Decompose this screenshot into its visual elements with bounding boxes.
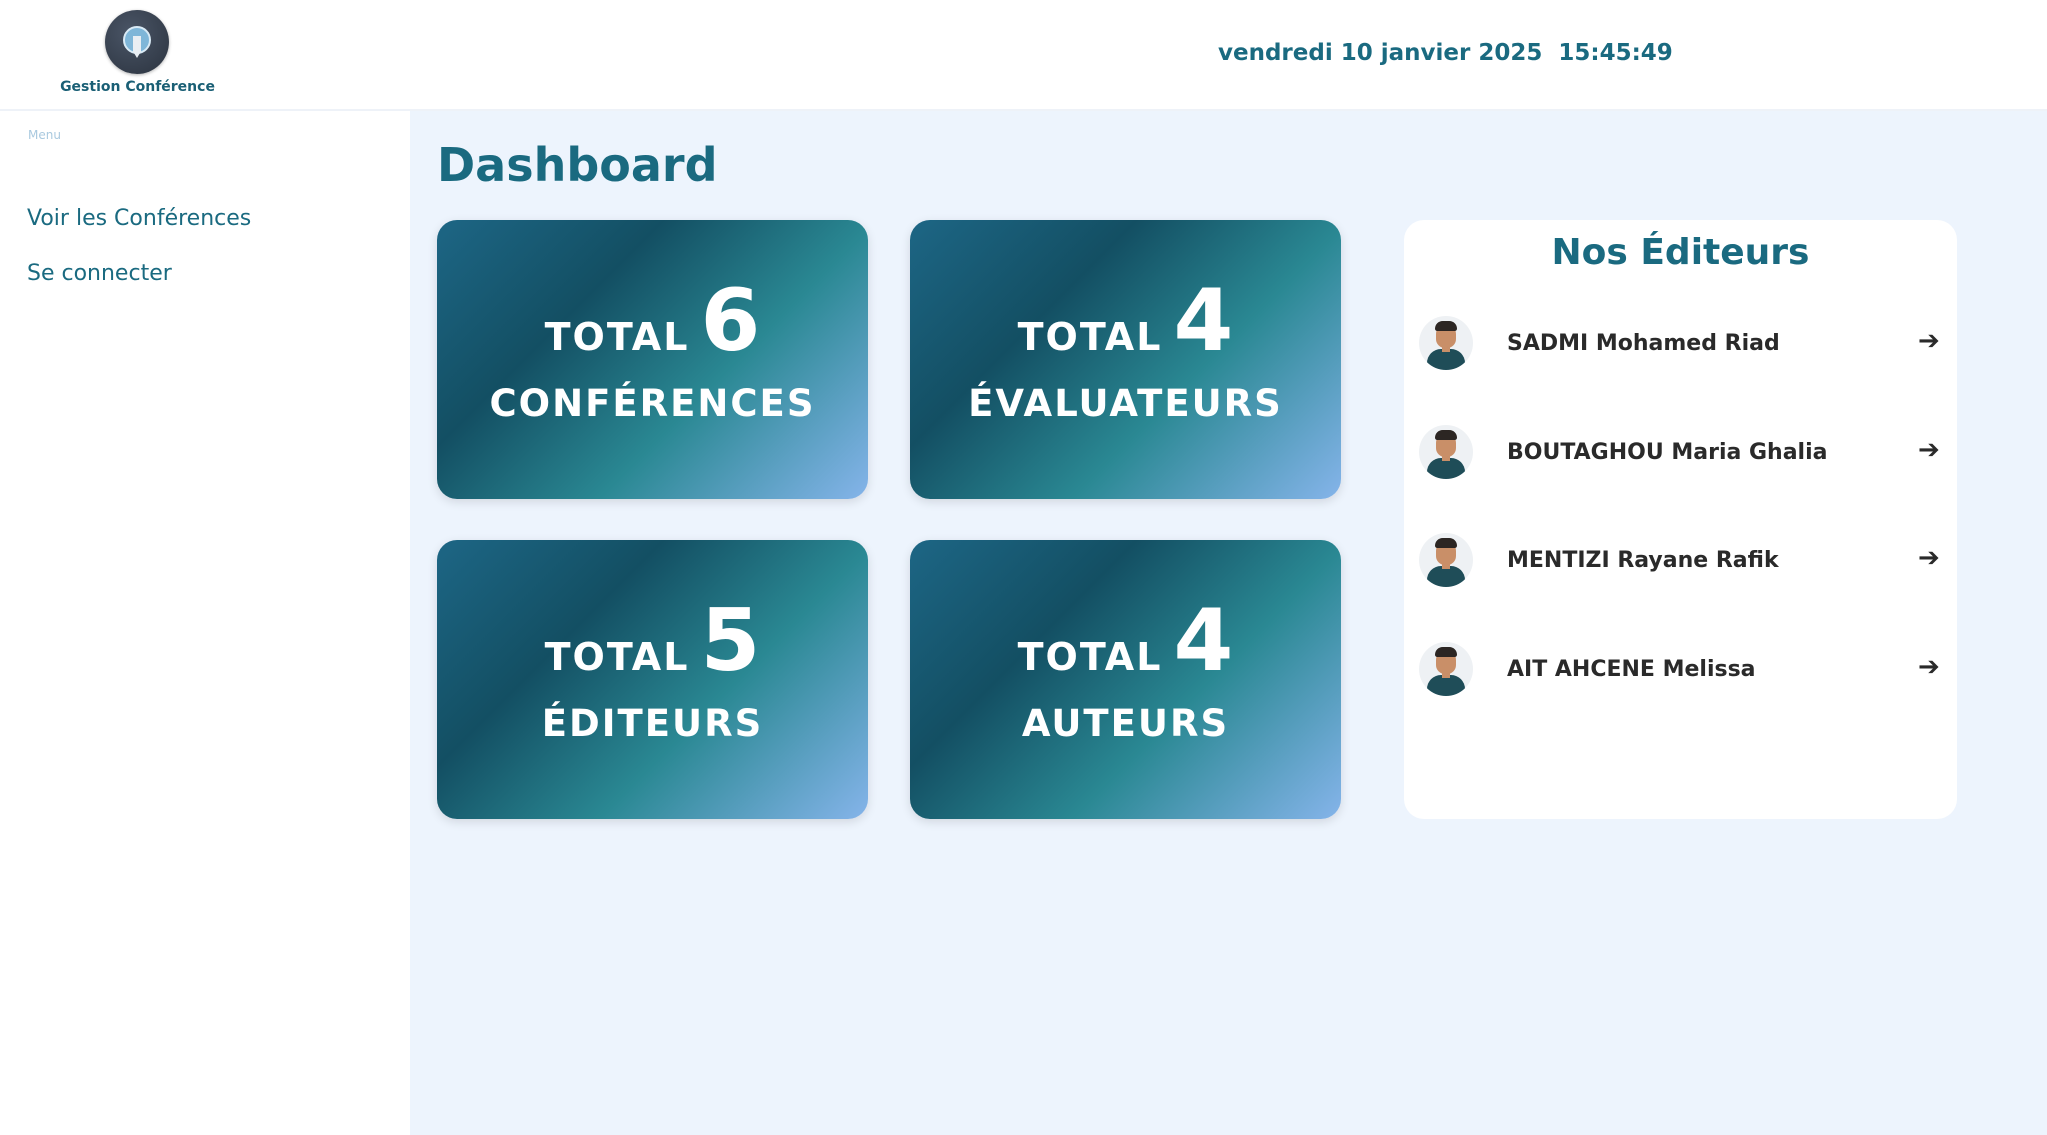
conference-logo-icon[interactable] xyxy=(105,10,169,74)
editors-panel xyxy=(1404,220,1957,819)
stat-subject: ÉDITEURS xyxy=(541,702,764,745)
editors-panel-title: Nos Éditeurs xyxy=(1551,232,1810,273)
arrow-right-icon[interactable]: ➔ xyxy=(1918,435,1940,465)
stat-value: 4 xyxy=(1173,271,1234,371)
editor-list-item[interactable]: AIT AHCENE Melissa ➔ xyxy=(1404,642,1957,702)
stat-total-label: TOTAL xyxy=(1017,315,1163,359)
arrow-right-icon[interactable]: ➔ xyxy=(1918,652,1940,682)
avatar xyxy=(1419,533,1473,587)
stat-card-auteurs[interactable]: TOTAL 4 AUTEURS xyxy=(910,540,1341,819)
stat-value: 6 xyxy=(700,271,761,371)
sidebar-item-voir-conferences[interactable]: Voir les Conférences xyxy=(27,206,251,231)
stat-total-label: TOTAL xyxy=(1017,635,1163,679)
top-header: Gestion Conférence vendredi 10 janvier 2… xyxy=(0,0,2047,111)
arrow-right-icon[interactable]: ➔ xyxy=(1918,543,1940,573)
stat-card-conferences[interactable]: TOTAL 6 CONFÉRENCES xyxy=(437,220,868,499)
sidebar-item-se-connecter[interactable]: Se connecter xyxy=(27,261,172,286)
avatar xyxy=(1419,316,1473,370)
current-datetime: vendredi 10 janvier 2025 15:45:49 xyxy=(1218,40,1673,66)
stat-card-evaluateurs[interactable]: TOTAL 4 ÉVALUATEURS xyxy=(910,220,1341,499)
app-name: Gestion Conférence xyxy=(60,79,215,95)
stat-subject: AUTEURS xyxy=(1021,702,1230,745)
stat-subject: ÉVALUATEURS xyxy=(968,382,1283,425)
editor-list-item[interactable]: MENTIZI Rayane Rafik ➔ xyxy=(1404,533,1957,593)
stat-subject: CONFÉRENCES xyxy=(489,382,816,425)
editor-name: BOUTAGHOU Maria Ghalia xyxy=(1507,440,1828,465)
editor-name: MENTIZI Rayane Rafik xyxy=(1507,548,1779,573)
sidebar-menu-label: Menu xyxy=(28,128,61,142)
editor-list-item[interactable]: BOUTAGHOU Maria Ghalia ➔ xyxy=(1404,425,1957,485)
page-title: Dashboard xyxy=(437,138,718,192)
avatar xyxy=(1419,425,1473,479)
stat-total-label: TOTAL xyxy=(544,315,690,359)
stat-total-label: TOTAL xyxy=(544,635,690,679)
arrow-right-icon[interactable]: ➔ xyxy=(1918,326,1940,356)
stat-value: 4 xyxy=(1173,591,1234,691)
editor-name: SADMI Mohamed Riad xyxy=(1507,331,1780,356)
editor-list-item[interactable]: SADMI Mohamed Riad ➔ xyxy=(1404,316,1957,376)
stat-card-editeurs[interactable]: TOTAL 5 ÉDITEURS xyxy=(437,540,868,819)
editor-name: AIT AHCENE Melissa xyxy=(1507,657,1756,682)
avatar xyxy=(1419,642,1473,696)
stat-value: 5 xyxy=(700,591,761,691)
